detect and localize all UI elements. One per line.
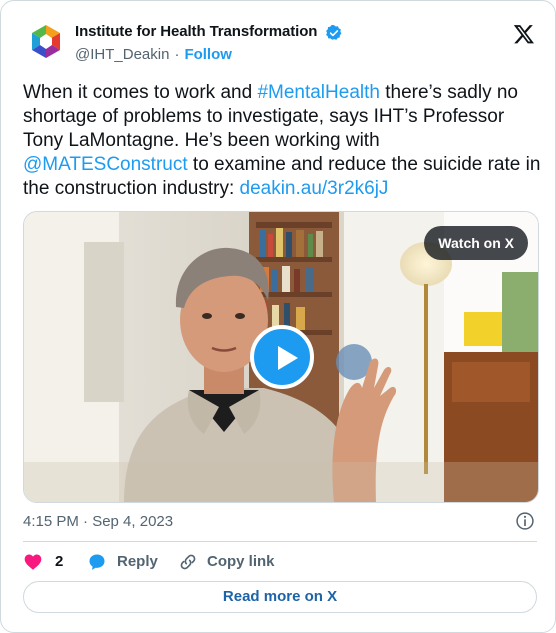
brand-logo-icon[interactable] (27, 23, 65, 61)
follow-button[interactable]: Follow (184, 46, 232, 63)
author-name[interactable]: Institute for Health Transformation (75, 23, 317, 40)
author-handle[interactable]: @IHT_Deakin (75, 46, 169, 63)
mention-link[interactable]: @MATESConstruct (23, 154, 188, 175)
verified-badge-icon (326, 24, 342, 40)
reply-bubble-icon (89, 554, 105, 570)
like-count: 2 (55, 553, 64, 570)
video-thumbnail[interactable]: Watch on X (23, 211, 539, 503)
reply-label: Reply (117, 553, 158, 570)
play-button[interactable] (250, 325, 314, 389)
separator-dot: · (174, 46, 180, 63)
watch-on-x-button[interactable]: Watch on X (424, 226, 528, 260)
url-link[interactable]: deakin.au/3r2k6jJ (240, 178, 389, 199)
copy-link-label: Copy link (207, 553, 275, 570)
tweet-timestamp[interactable]: 4:15 PM · Sep 4, 2023 (23, 513, 173, 530)
info-icon[interactable] (515, 511, 535, 531)
heart-icon (24, 554, 42, 570)
divider (23, 541, 537, 542)
play-icon (278, 346, 298, 370)
tweet-text: When it comes to work and #MentalHealth … (23, 81, 543, 201)
hashtag-link[interactable]: #MentalHealth (257, 82, 380, 103)
x-logo-icon[interactable] (513, 23, 535, 45)
link-icon (180, 554, 196, 570)
handle-row: @IHT_Deakin · Follow (75, 46, 232, 63)
text-part-1: When it comes to work and (23, 82, 258, 103)
tweet-card: Institute for Health Transformation @IHT… (0, 0, 556, 633)
reply-button[interactable]: Reply (87, 551, 167, 573)
like-button[interactable]: 2 (23, 551, 75, 573)
copy-link-button[interactable]: Copy link (178, 551, 288, 573)
read-more-button[interactable]: Read more on X (23, 581, 537, 613)
